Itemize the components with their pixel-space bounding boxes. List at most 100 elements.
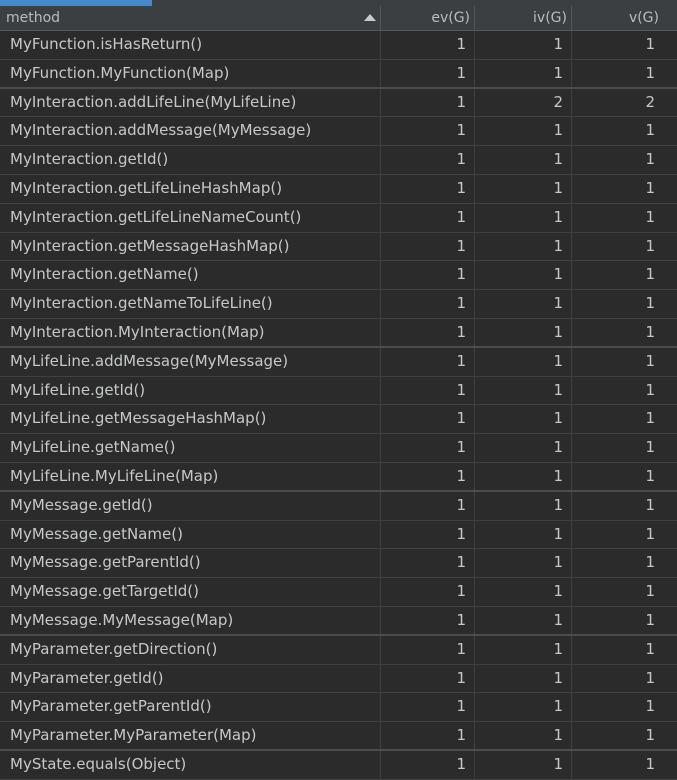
ev-cell: 1 bbox=[381, 606, 475, 634]
table-row[interactable]: MyMessage.getId() 1 1 1 bbox=[0, 491, 677, 521]
ev-cell: 1 bbox=[381, 318, 475, 346]
iv-cell: 1 bbox=[475, 290, 572, 318]
table-row[interactable]: MyInteraction.addLifeLine(MyLifeLine) 1 2 2 bbox=[0, 88, 677, 118]
table-row[interactable]: MyInteraction.getId() 1 1 1 bbox=[0, 146, 677, 175]
table-row[interactable]: MyMessage.MyMessage(Map) 1 1 1 bbox=[0, 606, 677, 636]
table-row[interactable]: MyInteraction.addMessage(MyMessage) 1 1 1 bbox=[0, 117, 677, 147]
iv-cell: 1 bbox=[475, 635, 572, 664]
table-row[interactable]: MyInteraction.getName() 1 1 1 bbox=[0, 261, 677, 291]
table-row[interactable]: MyInteraction.getNameToLifeLine() 1 1 1 bbox=[0, 290, 677, 319]
table-row[interactable]: MyMessage.getTargetId() 1 1 1 bbox=[0, 578, 677, 607]
table-row[interactable]: MyInteraction.MyInteraction(Map) 1 1 1 bbox=[0, 318, 677, 348]
v-cell: 1 bbox=[645, 121, 655, 140]
table-row[interactable]: MyInteraction.getLifeLineNameCount() 1 1 1 bbox=[0, 203, 677, 233]
method-cell: MyMessage.getName() bbox=[0, 520, 381, 549]
method-cell: MyInteraction.getId() bbox=[0, 146, 381, 174]
table-row[interactable]: MyFunction.MyFunction(Map) 1 1 1 bbox=[0, 59, 677, 89]
table-row[interactable]: MyParameter.getId() 1 1 1 bbox=[0, 664, 677, 694]
v-cell: 1 bbox=[645, 63, 655, 82]
v-cell: 1 bbox=[645, 178, 655, 197]
table-row[interactable]: MyParameter.getDirection() 1 1 1 bbox=[0, 635, 677, 665]
table-row[interactable]: MyState.equals(Object) 1 1 1 bbox=[0, 750, 677, 780]
method-cell: MyMessage.getParentId() bbox=[0, 549, 381, 578]
v-cell: 1 bbox=[645, 207, 655, 226]
iv-cell: 1 bbox=[475, 664, 572, 693]
method-cell: MyLifeLine.addMessage(MyMessage) bbox=[0, 347, 381, 376]
column-header-iv-label: iv(G) bbox=[533, 10, 567, 26]
iv-cell: 1 bbox=[475, 578, 572, 606]
method-cell: MyInteraction.addLifeLine(MyLifeLine) bbox=[0, 88, 381, 117]
method-cell: MyParameter.MyParameter(Map) bbox=[0, 722, 381, 749]
table-row[interactable]: MyInteraction.getMessageHashMap() 1 1 1 bbox=[0, 232, 677, 262]
table-row[interactable]: MyLifeLine.getName() 1 1 1 bbox=[0, 434, 677, 463]
iv-cell: 1 bbox=[475, 549, 572, 578]
method-cell: MyMessage.MyMessage(Map) bbox=[0, 606, 381, 634]
iv-cell: 1 bbox=[475, 31, 572, 59]
method-cell: MyMessage.getId() bbox=[0, 491, 381, 520]
iv-cell: 1 bbox=[475, 520, 572, 549]
v-cell: 1 bbox=[645, 236, 655, 255]
table-row[interactable]: MyParameter.MyParameter(Map) 1 1 1 bbox=[0, 722, 677, 751]
ev-cell: 1 bbox=[381, 146, 475, 174]
v-cell: 1 bbox=[645, 322, 655, 341]
column-header-iv[interactable]: iv(G) bbox=[475, 6, 572, 30]
ev-cell: 1 bbox=[381, 635, 475, 664]
method-cell: MyInteraction.getName() bbox=[0, 261, 381, 290]
sort-ascending-icon bbox=[364, 14, 376, 21]
iv-cell: 1 bbox=[475, 146, 572, 174]
table-row[interactable]: MyInteraction.getLifeLineHashMap() 1 1 1 bbox=[0, 174, 677, 204]
table-row[interactable]: MyLifeLine.MyLifeLine(Map) 1 1 1 bbox=[0, 462, 677, 492]
ev-cell: 1 bbox=[381, 31, 475, 59]
method-cell: MyMessage.getTargetId() bbox=[0, 578, 381, 606]
table-row[interactable]: MyLifeLine.addMessage(MyMessage) 1 1 1 bbox=[0, 347, 677, 377]
iv-cell: 1 bbox=[475, 750, 572, 779]
ev-cell: 1 bbox=[381, 174, 475, 203]
v-cell: 1 bbox=[645, 610, 655, 629]
column-header-ev[interactable]: ev(G) bbox=[381, 6, 475, 30]
method-cell: MyLifeLine.getMessageHashMap() bbox=[0, 405, 381, 434]
v-cell: 1 bbox=[645, 150, 655, 169]
table-row[interactable]: MyLifeLine.getId() 1 1 1 bbox=[0, 376, 677, 406]
v-cell: 1 bbox=[645, 495, 655, 514]
table-header: method ev(G) iv(G) v(G) bbox=[0, 6, 677, 31]
ev-cell: 1 bbox=[381, 59, 475, 87]
iv-cell: 1 bbox=[475, 261, 572, 290]
ev-cell: 1 bbox=[381, 405, 475, 434]
method-cell: MyInteraction.MyInteraction(Map) bbox=[0, 318, 381, 346]
table-row[interactable]: MyParameter.getParentId() 1 1 1 bbox=[0, 693, 677, 723]
method-cell: MyState.equals(Object) bbox=[0, 750, 381, 779]
ev-cell: 1 bbox=[381, 290, 475, 318]
iv-cell: 1 bbox=[475, 117, 572, 146]
method-cell: MyParameter.getDirection() bbox=[0, 635, 381, 664]
method-cell: MyLifeLine.MyLifeLine(Map) bbox=[0, 462, 381, 490]
iv-cell: 1 bbox=[475, 203, 572, 232]
iv-cell: 1 bbox=[475, 434, 572, 462]
column-header-v[interactable]: v(G) bbox=[572, 6, 677, 30]
method-cell: MyInteraction.getLifeLineNameCount() bbox=[0, 203, 381, 232]
v-cell: 1 bbox=[645, 668, 655, 687]
column-header-method[interactable]: method bbox=[0, 6, 381, 30]
method-cell: MyFunction.MyFunction(Map) bbox=[0, 59, 381, 87]
column-header-v-label: v(G) bbox=[628, 10, 659, 26]
iv-cell: 1 bbox=[475, 232, 572, 261]
ev-cell: 1 bbox=[381, 722, 475, 749]
v-cell: 1 bbox=[645, 380, 655, 399]
method-cell: MyInteraction.getMessageHashMap() bbox=[0, 232, 381, 261]
table-row[interactable]: MyLifeLine.getMessageHashMap() 1 1 1 bbox=[0, 405, 677, 435]
ev-cell: 1 bbox=[381, 693, 475, 722]
iv-cell: 1 bbox=[475, 405, 572, 434]
iv-cell: 1 bbox=[475, 491, 572, 520]
method-cell: MyFunction.isHasReturn() bbox=[0, 31, 381, 59]
ev-cell: 1 bbox=[381, 664, 475, 693]
method-cell: MyLifeLine.getId() bbox=[0, 376, 381, 405]
iv-cell: 1 bbox=[475, 693, 572, 722]
table-row[interactable]: MyFunction.isHasReturn() 1 1 1 bbox=[0, 31, 677, 60]
table-row[interactable]: MyMessage.getName() 1 1 1 bbox=[0, 520, 677, 550]
ev-cell: 1 bbox=[381, 578, 475, 606]
ev-cell: 1 bbox=[381, 261, 475, 290]
table-row[interactable]: MyMessage.getParentId() 1 1 1 bbox=[0, 549, 677, 579]
method-cell: MyInteraction.getLifeLineHashMap() bbox=[0, 174, 381, 203]
ev-cell: 1 bbox=[381, 520, 475, 549]
method-cell: MyLifeLine.getName() bbox=[0, 434, 381, 462]
iv-cell: 2 bbox=[475, 88, 572, 117]
